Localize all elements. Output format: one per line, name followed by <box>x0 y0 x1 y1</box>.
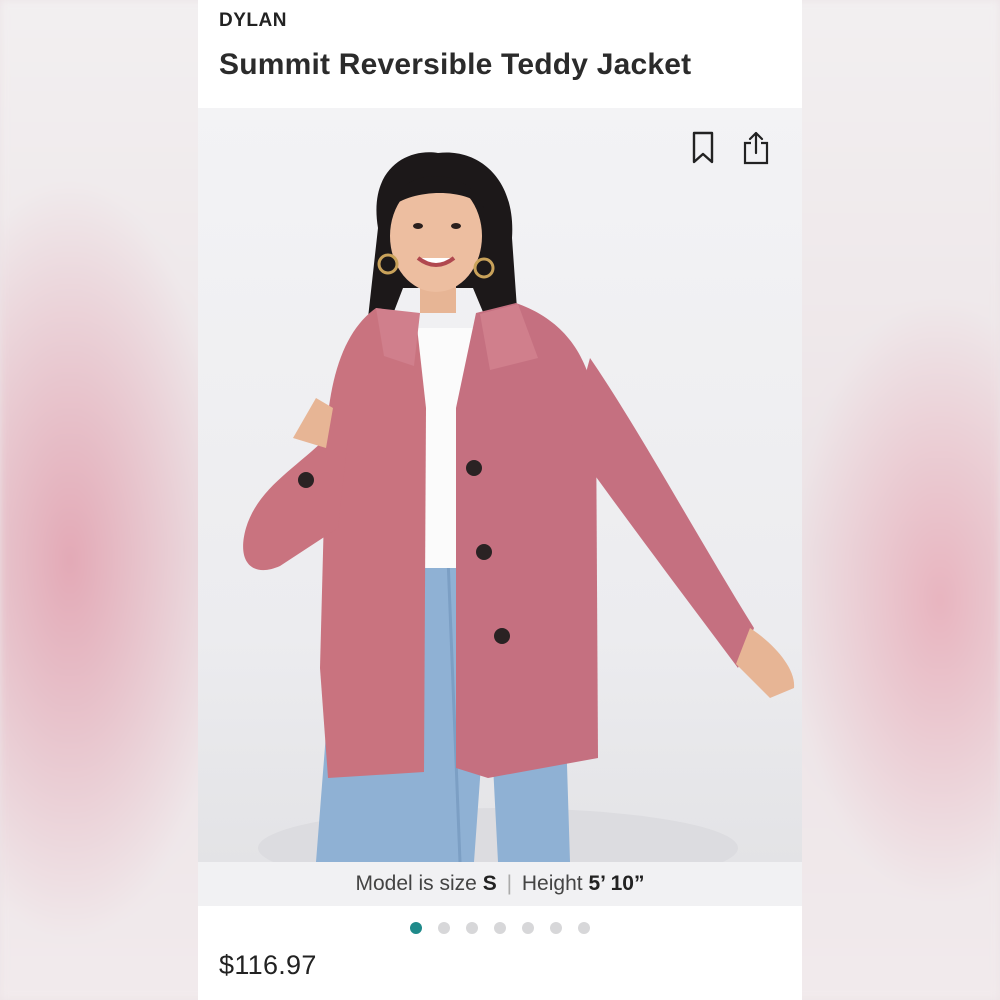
product-card: DYLAN Summit Reversible Teddy Jacket Mod… <box>198 0 802 1000</box>
carousel-dot[interactable] <box>466 922 478 934</box>
carousel-dot[interactable] <box>578 922 590 934</box>
height-value: 5’ 10” <box>588 872 645 895</box>
size-label: Model is size <box>355 872 477 895</box>
carousel-dot[interactable] <box>438 922 450 934</box>
caption-separator: | <box>506 872 513 895</box>
carousel-pagination <box>198 918 802 938</box>
share-icon[interactable] <box>741 128 771 168</box>
model-size-caption: Model is size S | Height 5’ 10” <box>198 862 802 906</box>
product-title: Summit Reversible Teddy Jacket <box>219 48 692 81</box>
height-label: Height <box>521 872 583 895</box>
product-header: DYLAN Summit Reversible Teddy Jacket <box>198 0 802 108</box>
carousel-dot[interactable] <box>494 922 506 934</box>
size-value: S <box>482 872 497 895</box>
carousel-dot[interactable] <box>410 922 422 934</box>
model-illustration <box>243 152 795 862</box>
product-price: $116.97 <box>219 950 317 980</box>
carousel-dot[interactable] <box>550 922 562 934</box>
product-image[interactable] <box>198 108 802 862</box>
brand-name[interactable]: DYLAN <box>219 10 287 32</box>
bookmark-icon[interactable] <box>688 128 718 168</box>
carousel-dot[interactable] <box>522 922 534 934</box>
